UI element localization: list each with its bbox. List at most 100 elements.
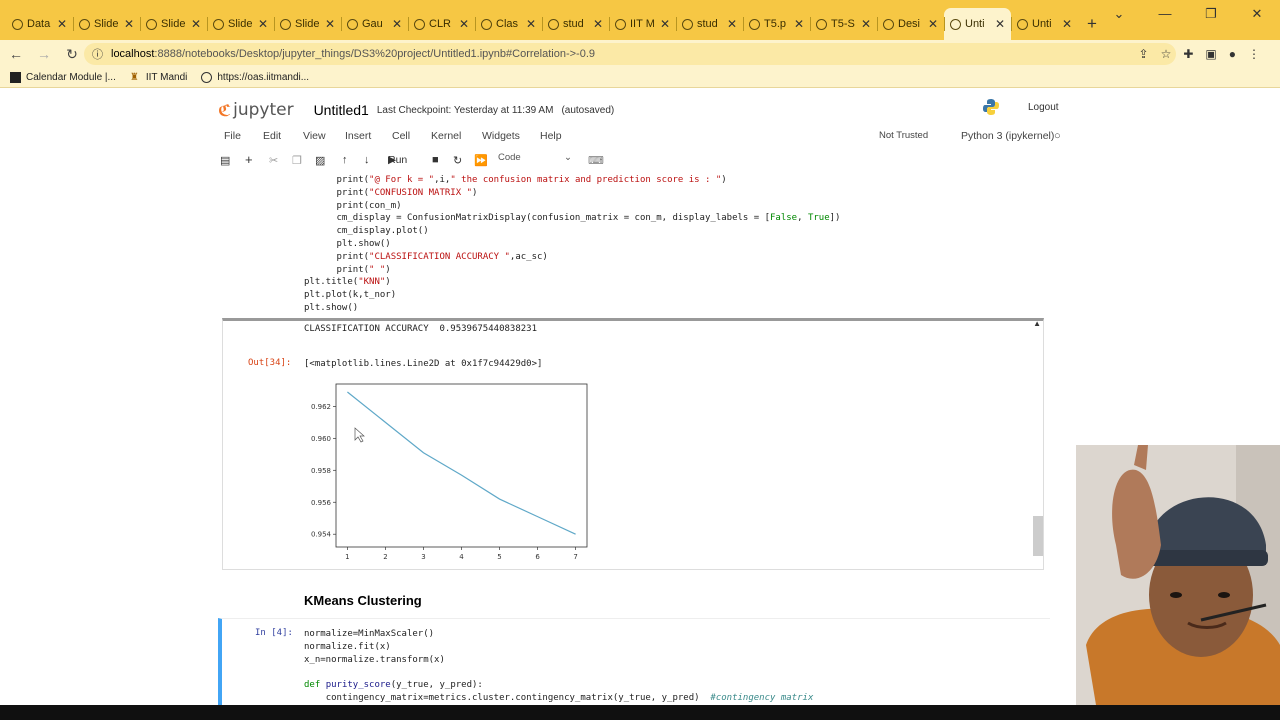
minimize-button[interactable]: — xyxy=(1142,0,1188,32)
sidepanel-icon[interactable]: ▣ xyxy=(1205,47,1216,61)
tab-close-icon[interactable]: ✕ xyxy=(124,17,134,31)
code-token: "CLASSIFICATION ACCURACY " xyxy=(369,251,510,262)
window-controls: ⌄ — ❐ ✕ xyxy=(1096,0,1280,32)
save-icon[interactable]: ▤ xyxy=(220,154,230,167)
browser-tab[interactable]: IIT M ✕ xyxy=(609,8,676,40)
x-tick-label: 6 xyxy=(535,553,540,561)
menu-help[interactable]: Help xyxy=(540,130,562,142)
browser-tab[interactable]: Desi ✕ xyxy=(877,8,944,40)
share-icon[interactable]: ⇪ xyxy=(1139,47,1149,61)
notebook-name[interactable]: Untitled1 xyxy=(314,102,369,118)
move-down-icon[interactable]: ↓ xyxy=(364,154,370,166)
tab-close-icon[interactable]: ✕ xyxy=(727,17,737,31)
code-line: plt.show() xyxy=(304,302,840,315)
url-field[interactable]: ⓘ localhost:8888/notebooks/Desktop/jupyt… xyxy=(84,43,1176,65)
tab-close-icon[interactable]: ✕ xyxy=(526,17,536,31)
code-token: ) xyxy=(385,277,391,288)
tab-title: T5.p xyxy=(764,18,787,30)
browser-tab[interactable]: CLR ✕ xyxy=(408,8,475,40)
add-cell-icon[interactable]: + xyxy=(245,152,253,167)
tab-close-icon[interactable]: ✕ xyxy=(1062,17,1072,31)
trust-indicator[interactable]: Not Trusted xyxy=(879,130,928,141)
tab-close-icon[interactable]: ✕ xyxy=(258,17,268,31)
bookmark-label: https://oas.iitmandi... xyxy=(217,72,310,83)
tab-close-icon[interactable]: ✕ xyxy=(660,17,670,31)
kernel-status-icon: ○ xyxy=(1054,130,1061,142)
maximize-button[interactable]: ❐ xyxy=(1188,0,1234,32)
cut-icon[interactable]: ✂ xyxy=(269,154,278,167)
tab-title: Unti xyxy=(1032,18,1052,30)
reload-icon[interactable]: ↻ xyxy=(60,46,84,63)
forward-icon[interactable]: → xyxy=(32,46,56,62)
logout-button[interactable]: Logout xyxy=(1028,102,1059,113)
tab-close-icon[interactable]: ✕ xyxy=(459,17,469,31)
tab-title: Unti xyxy=(965,18,985,30)
calendar-icon xyxy=(10,72,21,83)
code-line: normalize=MinMaxScaler() xyxy=(304,628,813,641)
extensions-icon[interactable]: ✚ xyxy=(1183,47,1193,61)
browser-tab[interactable]: Slide ✕ xyxy=(274,8,341,40)
browser-tab[interactable]: Slide ✕ xyxy=(140,8,207,40)
collapse-output-icon[interactable]: ▲ xyxy=(1033,319,1041,328)
kernel-indicator[interactable]: Python 3 (ipykernel) xyxy=(961,130,1054,142)
jupyter-logo[interactable]: ℭjupyter xyxy=(218,100,294,120)
profile-icon[interactable]: ● xyxy=(1229,47,1236,61)
paste-icon[interactable]: ▨ xyxy=(315,154,325,167)
browser-tab[interactable]: Unti ✕ xyxy=(944,8,1011,40)
browser-tab[interactable]: Data ✕ xyxy=(6,8,73,40)
tab-close-icon[interactable]: ✕ xyxy=(861,17,871,31)
tab-close-icon[interactable]: ✕ xyxy=(325,17,335,31)
tab-close-icon[interactable]: ✕ xyxy=(191,17,201,31)
close-window-button[interactable]: ✕ xyxy=(1234,0,1280,32)
browser-tab[interactable]: Gau ✕ xyxy=(341,8,408,40)
cell-type-select[interactable]: Code ⌄ xyxy=(498,152,576,169)
star-icon[interactable]: ☆ xyxy=(1161,47,1172,61)
output-scrollbar[interactable] xyxy=(1033,516,1043,556)
tab-close-icon[interactable]: ✕ xyxy=(794,17,804,31)
copy-icon[interactable]: ❐ xyxy=(292,154,302,167)
x-tick-label: 3 xyxy=(421,553,425,561)
browser-tab[interactable]: T5-S ✕ xyxy=(810,8,877,40)
menu-cell[interactable]: Cell xyxy=(392,130,410,142)
site-info-icon[interactable]: ⓘ xyxy=(92,46,103,62)
tab-favicon-icon xyxy=(481,18,492,30)
browser-tab[interactable]: stud ✕ xyxy=(542,8,609,40)
code-cell-source[interactable]: print("@ For k = ",i," the confusion mat… xyxy=(304,174,840,315)
code-line: print(" ") xyxy=(304,264,840,277)
bookmark-calendar[interactable]: Calendar Module |... xyxy=(10,72,116,83)
tab-close-icon[interactable]: ✕ xyxy=(392,17,402,31)
bookmark-oas[interactable]: https://oas.iitmandi... xyxy=(201,72,309,83)
browser-tab[interactable]: Slide ✕ xyxy=(207,8,274,40)
out-text: [<matplotlib.lines.Line2D at 0x1f7c94429… xyxy=(304,359,543,369)
keyboard-icon[interactable]: ⌨ xyxy=(588,154,604,167)
interrupt-icon[interactable]: ■ xyxy=(432,154,439,166)
tab-search-icon[interactable]: ⌄ xyxy=(1096,0,1142,32)
restart-run-all-icon[interactable]: ⏩ xyxy=(474,154,488,167)
code-token: (y_true, y_pred): xyxy=(390,680,483,691)
browser-tab[interactable]: T5.p ✕ xyxy=(743,8,810,40)
y-tick-label: 0.956 xyxy=(311,499,332,507)
menu-widgets[interactable]: Widgets xyxy=(482,130,520,142)
code-token: ) xyxy=(385,264,391,275)
tab-close-icon[interactable]: ✕ xyxy=(928,17,938,31)
menu-insert[interactable]: Insert xyxy=(345,130,371,142)
restart-icon[interactable]: ↻ xyxy=(453,154,462,167)
tab-close-icon[interactable]: ✕ xyxy=(57,17,67,31)
input-cell-source[interactable]: normalize=MinMaxScaler() normalize.fit(x)… xyxy=(304,628,813,705)
bookmark-label: IIT Mandi xyxy=(145,72,188,83)
move-up-icon[interactable]: ↑ xyxy=(342,154,348,166)
bookmark-iit-mandi[interactable]: ♜ IIT Mandi xyxy=(130,72,188,83)
menu-kernel[interactable]: Kernel xyxy=(431,130,461,142)
menu-file[interactable]: File xyxy=(224,130,241,142)
tab-close-icon[interactable]: ✕ xyxy=(593,17,603,31)
browser-tab[interactable]: Unti ✕ xyxy=(1011,8,1078,40)
browser-tab[interactable]: stud ✕ xyxy=(676,8,743,40)
browser-tab[interactable]: Clas ✕ xyxy=(475,8,542,40)
browser-tab[interactable]: Slide ✕ xyxy=(73,8,140,40)
code-token: " " xyxy=(369,264,386,275)
tab-close-icon[interactable]: ✕ xyxy=(995,17,1005,31)
menu-icon[interactable]: ⋮ xyxy=(1248,47,1260,61)
menu-view[interactable]: View xyxy=(303,130,326,142)
back-icon[interactable]: ← xyxy=(4,46,28,62)
menu-edit[interactable]: Edit xyxy=(263,130,281,142)
